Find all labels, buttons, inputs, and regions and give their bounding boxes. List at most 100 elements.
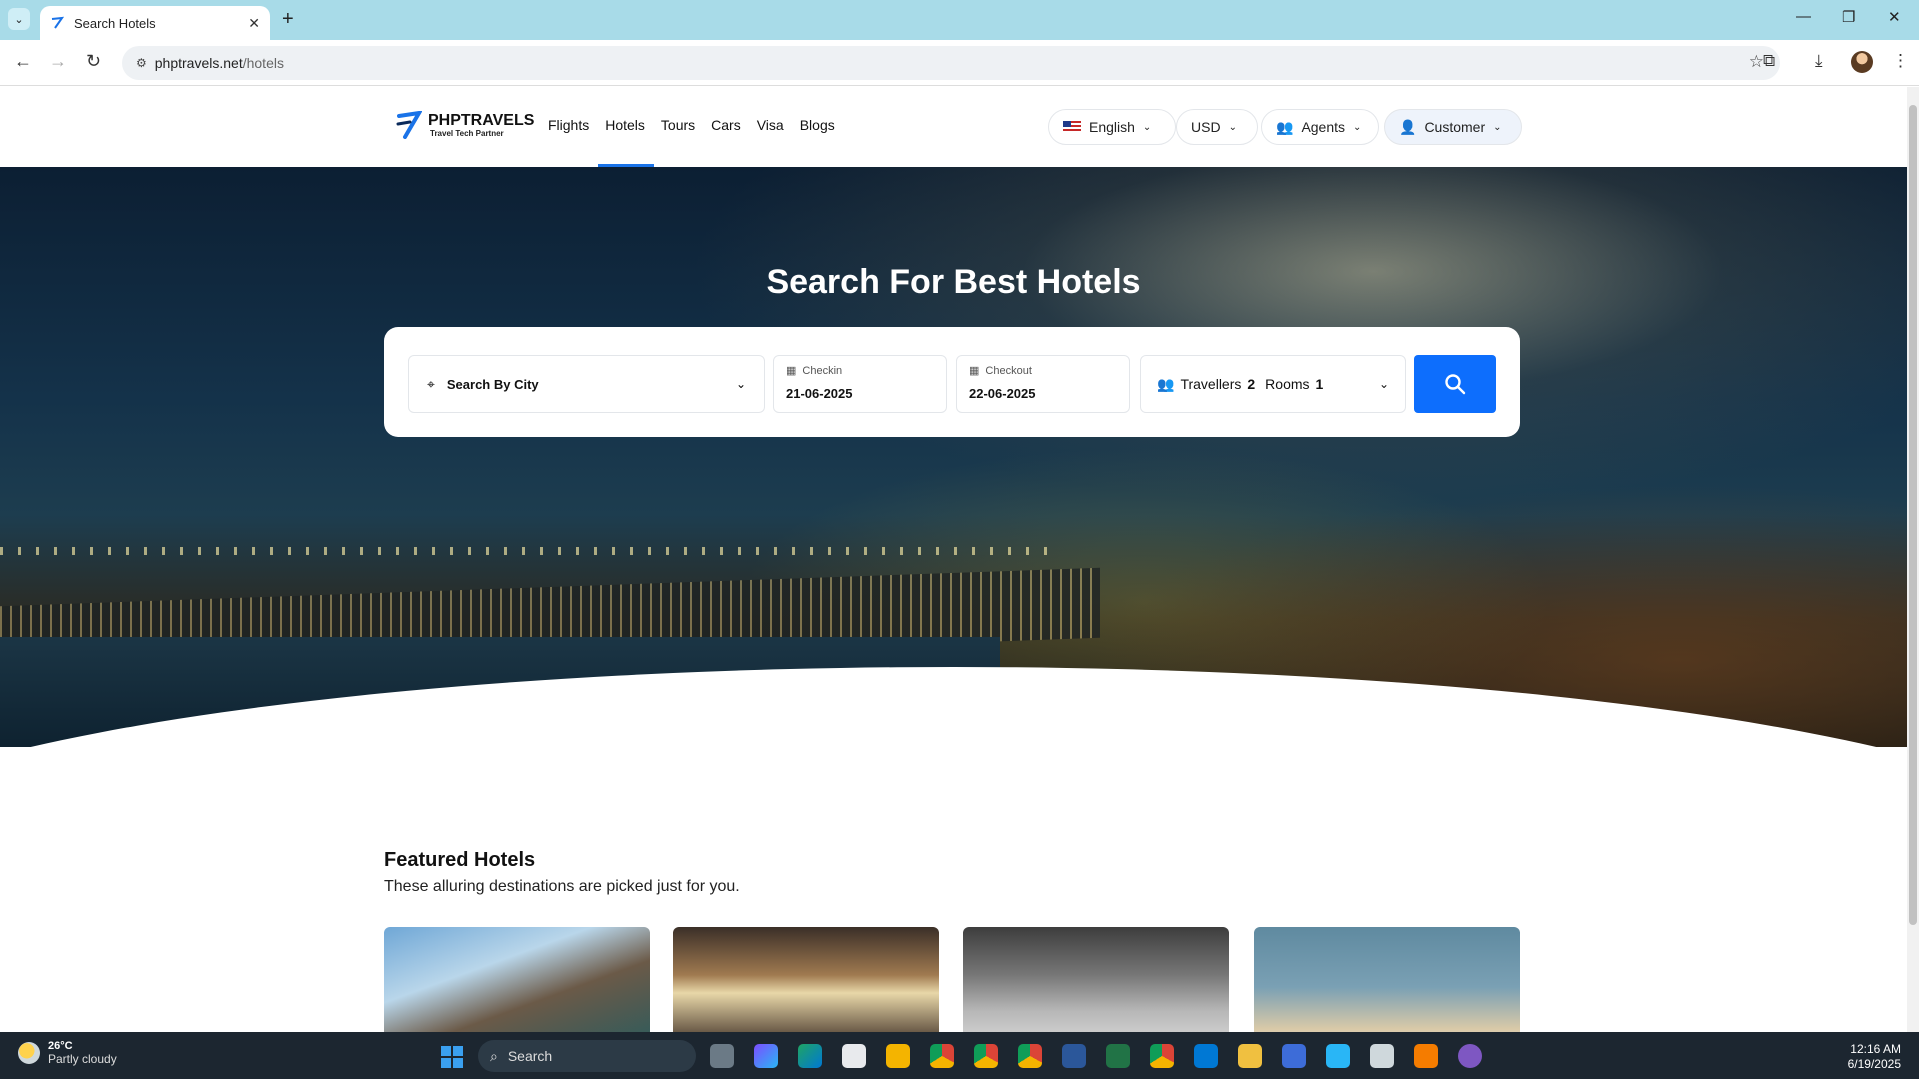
back-icon[interactable]: ← bbox=[14, 51, 32, 72]
site-favicon-icon bbox=[51, 16, 64, 29]
city-select[interactable]: ⌖ Search By City ⌄ bbox=[408, 355, 765, 413]
us-flag-icon bbox=[1063, 121, 1081, 133]
travellers-count: 2 bbox=[1247, 376, 1256, 392]
site-logo[interactable]: PHPTRAVELS Travel Tech Partner bbox=[396, 111, 534, 139]
edge-icon[interactable] bbox=[798, 1044, 822, 1068]
minimize-icon[interactable]: — bbox=[1796, 8, 1811, 25]
hotel-card[interactable] bbox=[1254, 927, 1520, 1032]
restore-icon[interactable]: ❐ bbox=[1842, 8, 1855, 26]
brand-tagline: Travel Tech Partner bbox=[430, 128, 504, 138]
rooms-label: Rooms bbox=[1265, 376, 1310, 392]
taskbar-search-label: Search bbox=[507, 1048, 553, 1064]
excel-icon[interactable] bbox=[1106, 1044, 1130, 1068]
nav-tours[interactable]: Tours bbox=[661, 117, 695, 133]
store-icon[interactable] bbox=[842, 1044, 866, 1068]
travellers-label: Travellers bbox=[1180, 376, 1242, 392]
forward-icon[interactable]: → bbox=[49, 51, 67, 72]
new-tab-icon[interactable]: + bbox=[282, 8, 294, 31]
task-view-icon[interactable] bbox=[710, 1044, 734, 1068]
github-icon[interactable] bbox=[1458, 1044, 1482, 1068]
chevron-down-icon: ⌄ bbox=[1142, 121, 1152, 133]
hotel-card[interactable] bbox=[673, 927, 939, 1032]
extensions-icon[interactable]: ⧉ bbox=[1763, 51, 1775, 71]
site-info-icon[interactable]: ⚙ bbox=[136, 56, 147, 70]
user-icon: 👤 bbox=[1399, 118, 1417, 135]
customer-dropdown[interactable]: 👤 Customer ⌄ bbox=[1384, 109, 1522, 145]
weather-temp: 26°C bbox=[48, 1040, 73, 1052]
word-icon[interactable] bbox=[1062, 1044, 1086, 1068]
search-button[interactable] bbox=[1414, 355, 1496, 413]
currency-dropdown[interactable]: USD ⌄ bbox=[1176, 109, 1258, 145]
chevron-down-icon: ⌄ bbox=[735, 377, 746, 391]
browser-tab-strip: ⌄ Search Hotels ✕ + — ❐ ✕ bbox=[0, 0, 1919, 40]
customer-label: Customer bbox=[1424, 119, 1486, 135]
nav-blogs[interactable]: Blogs bbox=[800, 117, 835, 133]
profile-avatar[interactable] bbox=[1851, 51, 1873, 73]
nav-visa[interactable]: Visa bbox=[757, 117, 784, 133]
jetbrains-icon[interactable] bbox=[1282, 1044, 1306, 1068]
url-host: phptravels.net bbox=[154, 55, 243, 71]
address-bar[interactable]: ⚙ phptravels.net/hotels ☆ bbox=[122, 46, 1780, 80]
agents-label: Agents bbox=[1301, 119, 1346, 135]
page-scrollbar[interactable] bbox=[1907, 87, 1919, 1032]
partly-cloudy-icon bbox=[18, 1042, 40, 1064]
chrome-active-icon[interactable] bbox=[974, 1044, 998, 1068]
vscode-icon[interactable] bbox=[1194, 1044, 1218, 1068]
tab-close-icon[interactable]: ✕ bbox=[248, 15, 260, 32]
tab-title: Search Hotels bbox=[74, 15, 156, 31]
notepad-icon[interactable] bbox=[1326, 1044, 1350, 1068]
scroll-thumb[interactable] bbox=[1909, 105, 1917, 925]
checkin-label: Checkin bbox=[802, 364, 843, 377]
bookmark-star-icon[interactable]: ☆ bbox=[1749, 52, 1764, 72]
search-icon: ⌕ bbox=[490, 1047, 498, 1064]
chevron-down-icon: ⌄ bbox=[1493, 121, 1502, 133]
chevron-down-icon: ⌄ bbox=[1378, 377, 1389, 391]
tab-search-menu-icon[interactable]: ⌄ bbox=[8, 8, 30, 30]
checkout-field[interactable]: ▦ Checkout 22-06-2025 bbox=[956, 355, 1130, 413]
browser-tab-active[interactable]: Search Hotels ✕ bbox=[40, 6, 270, 40]
hotel-search-form: ⌖ Search By City ⌄ ▦ Checkin 21-06-2025 ▦… bbox=[384, 327, 1520, 437]
chrome-alt-icon[interactable] bbox=[1150, 1044, 1174, 1068]
checkin-value: 21-06-2025 bbox=[786, 386, 853, 401]
agents-dropdown[interactable]: 👥 Agents ⌄ bbox=[1261, 109, 1379, 145]
checkin-field[interactable]: ▦ Checkin 21-06-2025 bbox=[773, 355, 947, 413]
search-icon bbox=[1445, 374, 1466, 395]
nav-hotels[interactable]: Hotels bbox=[605, 117, 645, 133]
system-clock[interactable]: 12:16 AM 6/19/2025 bbox=[1848, 1042, 1901, 1072]
chrome-icon[interactable] bbox=[930, 1044, 954, 1068]
os-taskbar: 26°C Partly cloudy ⌕ Search 12:16 AM 6/1… bbox=[0, 1032, 1919, 1079]
downloads-icon[interactable]: ⤓ bbox=[1815, 51, 1823, 71]
git-icon[interactable] bbox=[1238, 1044, 1262, 1068]
taskbar-search[interactable]: ⌕ Search bbox=[478, 1040, 696, 1072]
hero-heading: Search For Best Hotels bbox=[766, 263, 1141, 301]
xampp-icon[interactable] bbox=[1414, 1044, 1438, 1068]
hotel-card[interactable] bbox=[384, 927, 650, 1032]
file-explorer-icon[interactable] bbox=[886, 1044, 910, 1068]
calendar-icon: ▦ bbox=[969, 365, 980, 377]
nav-cars[interactable]: Cars bbox=[711, 117, 741, 133]
nav-flights[interactable]: Flights bbox=[548, 117, 589, 133]
page-viewport: PHPTRAVELS Travel Tech Partner Flights H… bbox=[0, 87, 1907, 1032]
close-window-icon[interactable]: ✕ bbox=[1888, 8, 1901, 26]
hero-banner: Search For Best Hotels ⌖ Search By City … bbox=[0, 167, 1907, 747]
reload-icon[interactable]: ↻ bbox=[86, 51, 101, 72]
travellers-dropdown[interactable]: 👥 Travellers 2 Rooms 1 ⌄ bbox=[1140, 355, 1406, 413]
chrome-profile-icon[interactable] bbox=[1018, 1044, 1042, 1068]
weather-desc: Partly cloudy bbox=[48, 1052, 117, 1066]
calendar-icon: ▦ bbox=[786, 365, 797, 377]
hero-background-image bbox=[0, 547, 1050, 555]
weather-widget[interactable]: 26°C Partly cloudy bbox=[18, 1040, 117, 1066]
currency-label: USD bbox=[1191, 119, 1221, 135]
hotel-card[interactable] bbox=[963, 927, 1229, 1032]
main-nav: Flights Hotels Tours Cars Visa Blogs bbox=[548, 117, 835, 133]
url-path: /hotels bbox=[242, 55, 284, 71]
start-button[interactable] bbox=[441, 1046, 463, 1068]
agents-icon: 👥 bbox=[1276, 118, 1294, 135]
users-icon: 👥 bbox=[1157, 375, 1175, 392]
browser-menu-icon[interactable]: ⋮ bbox=[1892, 51, 1909, 71]
language-dropdown[interactable]: English ⌄ bbox=[1048, 109, 1176, 145]
clock-time: 12:16 AM bbox=[1850, 1042, 1901, 1056]
copilot-icon[interactable] bbox=[754, 1044, 778, 1068]
site-header: PHPTRAVELS Travel Tech Partner Flights H… bbox=[0, 87, 1907, 167]
app-cube-icon[interactable] bbox=[1370, 1044, 1394, 1068]
